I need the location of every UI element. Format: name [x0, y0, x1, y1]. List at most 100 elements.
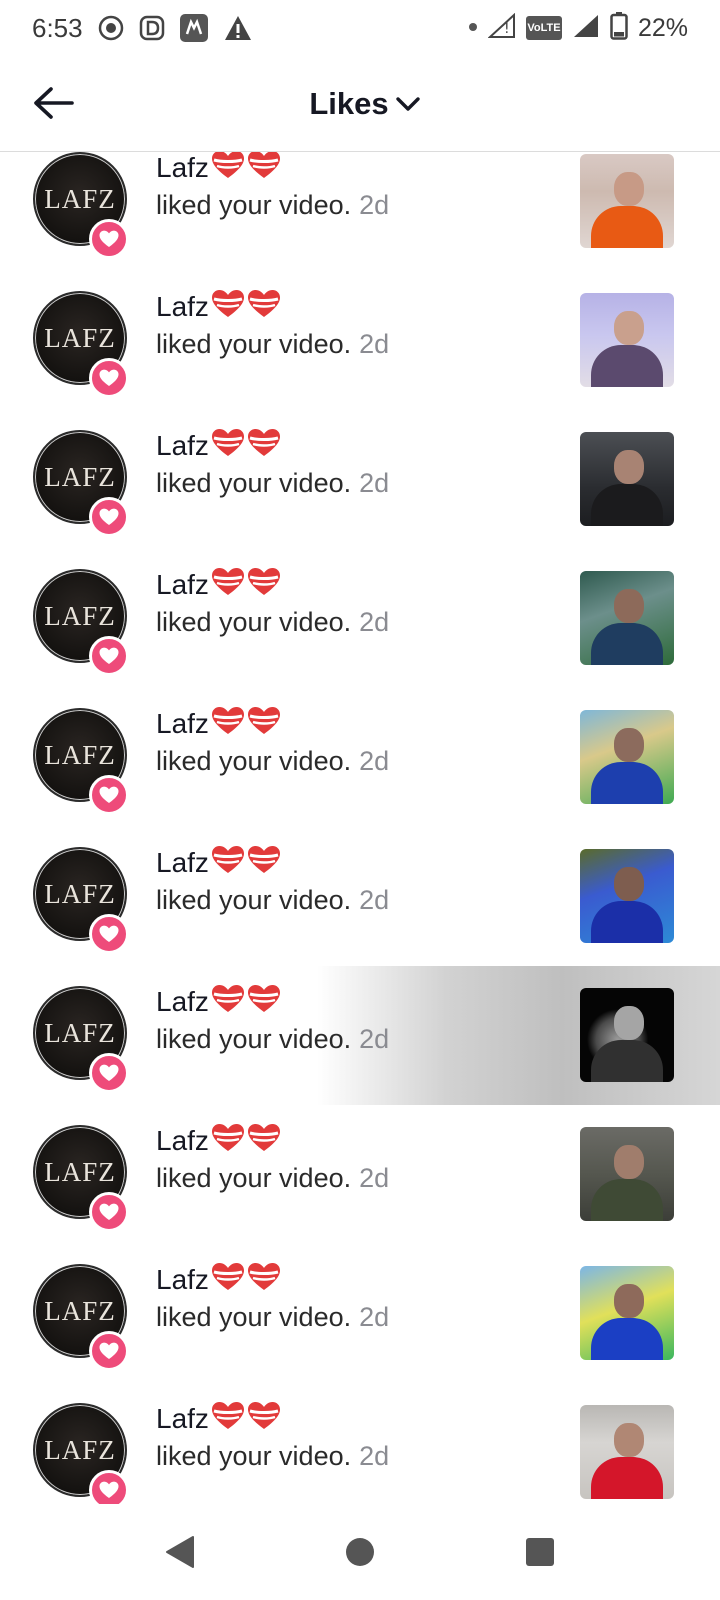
timestamp: 2d [359, 885, 390, 915]
video-thumbnail[interactable] [580, 1405, 674, 1499]
dot-indicator-icon [468, 19, 478, 37]
like-badge [89, 775, 129, 815]
video-thumbnail[interactable] [580, 710, 674, 804]
notification-message: liked your video. 2d [156, 1024, 389, 1055]
timestamp: 2d [359, 1024, 390, 1054]
notification-text: Lafz liked your video. 2d [156, 152, 389, 221]
like-badge [89, 914, 129, 954]
nav-home-button[interactable] [330, 1522, 390, 1582]
status-time: 6:53 [32, 12, 83, 43]
notification-row[interactable]: LAFZ Lafz liked your video. 2d [0, 1105, 720, 1244]
heart-icon [99, 1203, 119, 1220]
avatar-logo-text: LAFZ [44, 878, 116, 909]
battery-icon [610, 11, 628, 45]
username-line[interactable]: Lafz [156, 567, 389, 603]
video-thumbnail[interactable] [580, 988, 674, 1082]
avatar-logo-text: LAFZ [44, 1017, 116, 1048]
notification-row[interactable]: LAFZ Lafz liked your video. 2d [0, 410, 720, 549]
video-thumbnail[interactable] [580, 432, 674, 526]
username-line[interactable]: Lafz [156, 845, 389, 881]
likes-list[interactable]: LAFZ Lafz liked your video. 2d LAFZ Lafz liked… [0, 152, 720, 1504]
notification-row[interactable]: LAFZ Lafz liked your video. 2d [0, 966, 720, 1105]
timestamp: 2d [359, 746, 390, 776]
username: Lafz [156, 847, 209, 878]
heart-icon [99, 369, 119, 386]
heart-emoji-icon [247, 152, 281, 187]
like-badge [89, 1192, 129, 1232]
notification-row[interactable]: LAFZ Lafz liked your video. 2d [0, 1244, 720, 1383]
video-thumbnail[interactable] [580, 1266, 674, 1360]
like-badge [89, 1331, 129, 1371]
username-line[interactable]: Lafz [156, 289, 389, 325]
heart-icon [99, 1342, 119, 1359]
username-line[interactable]: Lafz [156, 1123, 389, 1159]
username-line[interactable]: Lafz [156, 706, 389, 742]
video-thumbnail[interactable] [580, 154, 674, 248]
warning-icon [223, 14, 253, 42]
message-text: liked your video. [156, 607, 352, 637]
notification-row[interactable]: LAFZ Lafz liked your video. 2d [0, 1383, 720, 1504]
d-app-icon [139, 15, 165, 41]
notification-message: liked your video. 2d [156, 746, 389, 777]
triangle-back-icon [166, 1536, 194, 1568]
heart-emoji-icon [247, 567, 281, 604]
video-thumbnail[interactable] [580, 1127, 674, 1221]
like-badge [89, 358, 129, 398]
nav-recents-button[interactable] [510, 1522, 570, 1582]
message-text: liked your video. [156, 1302, 352, 1332]
notification-text: Lafz liked your video. 2d [156, 984, 389, 1055]
avatar-logo-text: LAFZ [44, 739, 116, 770]
username-line[interactable]: Lafz [156, 1401, 389, 1437]
video-thumbnail[interactable] [580, 293, 674, 387]
heart-icon [99, 647, 119, 664]
battery-percent: 22% [637, 13, 688, 42]
like-badge [89, 497, 129, 537]
heart-emoji-icon [247, 706, 281, 743]
username: Lafz [156, 152, 209, 183]
message-text: liked your video. [156, 1441, 352, 1471]
username: Lafz [156, 430, 209, 461]
nav-back-button[interactable] [150, 1522, 210, 1582]
no-signal-icon: ! [487, 12, 516, 44]
heart-emoji-icon [211, 984, 245, 1021]
notification-row[interactable]: LAFZ Lafz liked your video. 2d [0, 271, 720, 410]
username-line[interactable]: Lafz [156, 1262, 389, 1298]
notification-row[interactable]: LAFZ Lafz liked your video. 2d [0, 152, 720, 271]
arrow-left-icon [34, 87, 74, 119]
square-recents-icon [526, 1538, 554, 1566]
video-thumbnail[interactable] [580, 849, 674, 943]
video-thumbnail[interactable] [580, 571, 674, 665]
header: Likes [0, 56, 720, 152]
timestamp: 2d [359, 1441, 390, 1471]
avatar-logo-text: LAFZ [44, 1295, 116, 1326]
avatar-logo-text: LAFZ [44, 1156, 116, 1187]
username-line[interactable]: Lafz [156, 428, 389, 464]
username: Lafz [156, 708, 209, 739]
title-dropdown[interactable]: Likes [309, 86, 420, 122]
signal-icon [572, 13, 600, 44]
timestamp: 2d [359, 1163, 390, 1193]
heart-emoji-icon [211, 1123, 245, 1160]
back-button[interactable] [28, 78, 78, 128]
message-text: liked your video. [156, 1163, 352, 1193]
timestamp: 2d [359, 607, 390, 637]
notification-row[interactable]: LAFZ Lafz liked your video. 2d [0, 549, 720, 688]
avatar-logo-text: LAFZ [44, 322, 116, 353]
like-badge [89, 1470, 129, 1504]
username: Lafz [156, 1264, 209, 1295]
username-line[interactable]: Lafz [156, 984, 389, 1020]
heart-emoji-icon [247, 428, 281, 465]
heart-emoji-icon [247, 984, 281, 1021]
notification-row[interactable]: LAFZ Lafz liked your video. 2d [0, 688, 720, 827]
message-text: liked your video. [156, 1024, 352, 1054]
username: Lafz [156, 986, 209, 1017]
username-line[interactable]: Lafz [156, 152, 389, 186]
heart-icon [99, 925, 119, 942]
notification-message: liked your video. 2d [156, 607, 389, 638]
volte-icon: VoLTE [525, 16, 562, 40]
page-title: Likes [309, 85, 389, 121]
heart-emoji-icon [211, 706, 245, 743]
heart-emoji-icon [211, 845, 245, 882]
notification-row[interactable]: LAFZ Lafz liked your video. 2d [0, 827, 720, 966]
username: Lafz [156, 569, 209, 600]
